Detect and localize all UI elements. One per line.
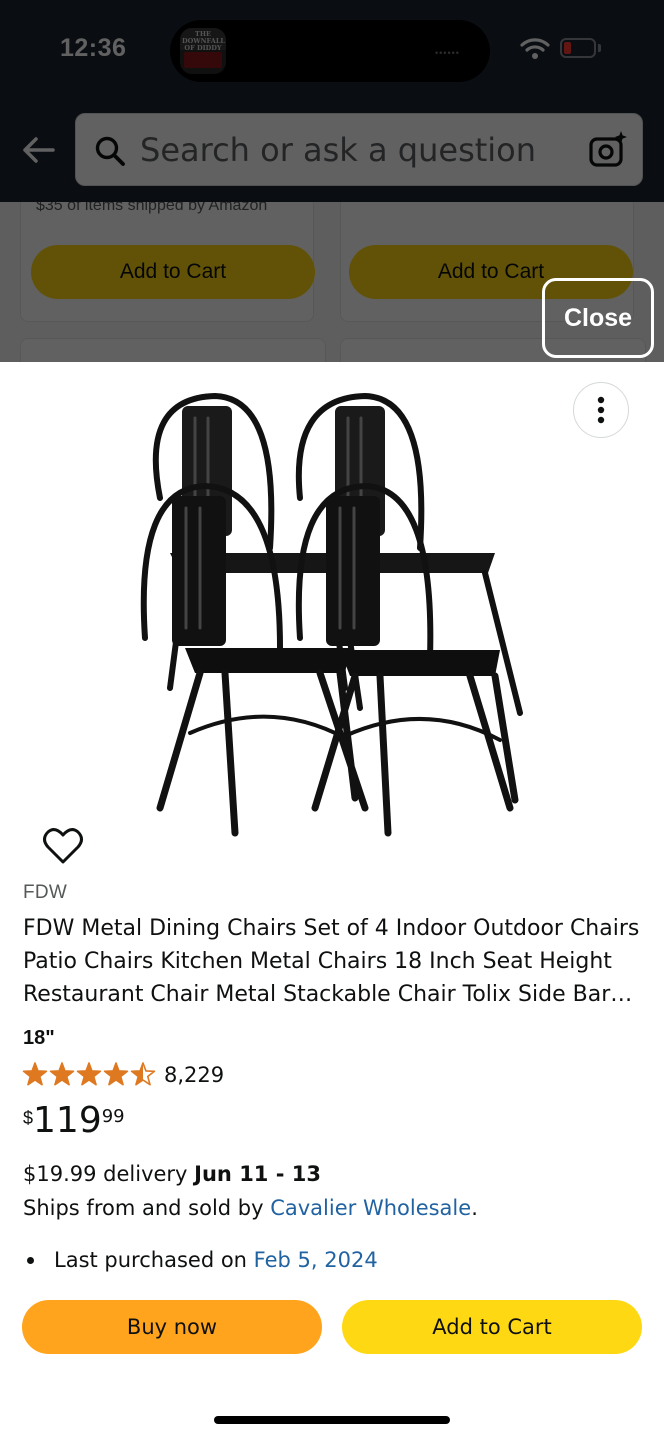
buy-now-button[interactable]: Buy now (22, 1300, 322, 1354)
product-price: $ 119 99 (23, 1100, 125, 1141)
product-title[interactable]: FDW Metal Dining Chairs Set of 4 Indoor … (23, 912, 643, 1011)
product-size: 18" (23, 1027, 55, 1049)
back-arrow-icon (23, 137, 55, 163)
battery-tip (598, 44, 601, 52)
battery-icon (560, 38, 596, 58)
more-options-button[interactable] (573, 382, 629, 438)
dynamic-island[interactable]: THE DOWNFALL OF DIDDY •••••• (170, 20, 490, 82)
home-indicator (214, 1416, 450, 1424)
result-card-image (20, 338, 326, 362)
top-header: 12:36 THE DOWNFALL OF DIDDY •••••• (0, 0, 664, 202)
price-whole: 119 (33, 1100, 102, 1141)
star-icon (76, 1062, 102, 1086)
result-shipping-text: $35 of items shipped by Amazon (36, 202, 268, 214)
bullet-icon (27, 1256, 34, 1264)
product-brand: FDW (23, 882, 68, 903)
delivery-info: $19.99 delivery Jun 11 - 13 (23, 1162, 321, 1186)
wifi-icon (520, 38, 550, 59)
now-playing-art-text: THE DOWNFALL OF DIDDY (182, 30, 225, 52)
status-time: 12:36 (60, 34, 127, 62)
island-indicator-dots: •••••• (435, 48, 460, 58)
star-icon (130, 1062, 156, 1086)
close-button[interactable]: Close (542, 278, 654, 358)
purchase-date-link[interactable]: Feb 5, 2024 (254, 1248, 378, 1272)
purchased-prefix: Last purchased on (54, 1248, 247, 1272)
add-to-cart-button[interactable]: Add to Cart (342, 1300, 642, 1354)
price-fraction: 99 (101, 1106, 125, 1127)
product-quick-view: FDW FDW Metal Dining Chairs Set of 4 Ind… (0, 362, 664, 1440)
delivery-prefix: $19.99 delivery (23, 1162, 195, 1186)
rating-stars (22, 1062, 156, 1086)
heart-icon[interactable] (42, 826, 84, 866)
search-icon (95, 136, 125, 166)
star-icon (103, 1062, 129, 1086)
result-add-to-cart-button[interactable]: Add to Cart (31, 245, 315, 299)
purchase-history: Last purchased on Feb 5, 2024 (23, 1248, 378, 1272)
delivery-dates: Jun 11 - 13 (194, 1162, 321, 1186)
search-input[interactable] (140, 128, 570, 172)
star-icon (22, 1062, 48, 1086)
price-symbol: $ (23, 1108, 34, 1128)
star-icon (49, 1062, 75, 1086)
rating-count: 8,229 (164, 1063, 225, 1087)
seller-info: Ships from and sold by Cavalier Wholesal… (23, 1196, 478, 1220)
now-playing-artwork: THE DOWNFALL OF DIDDY (180, 28, 226, 74)
search-bar[interactable] (75, 113, 643, 186)
ships-prefix: Ships from and sold by (23, 1196, 271, 1220)
product-image[interactable] (130, 388, 530, 838)
camera-lens-icon[interactable] (588, 130, 628, 170)
ships-suffix: . (471, 1196, 478, 1220)
result-card: $35 of items shipped by Amazon Add to Ca… (20, 202, 315, 322)
back-button[interactable] (16, 128, 60, 172)
rating-row[interactable]: 8,229 (22, 1062, 224, 1088)
more-options-icon (597, 396, 605, 424)
seller-link[interactable]: Cavalier Wholesale (270, 1196, 471, 1220)
